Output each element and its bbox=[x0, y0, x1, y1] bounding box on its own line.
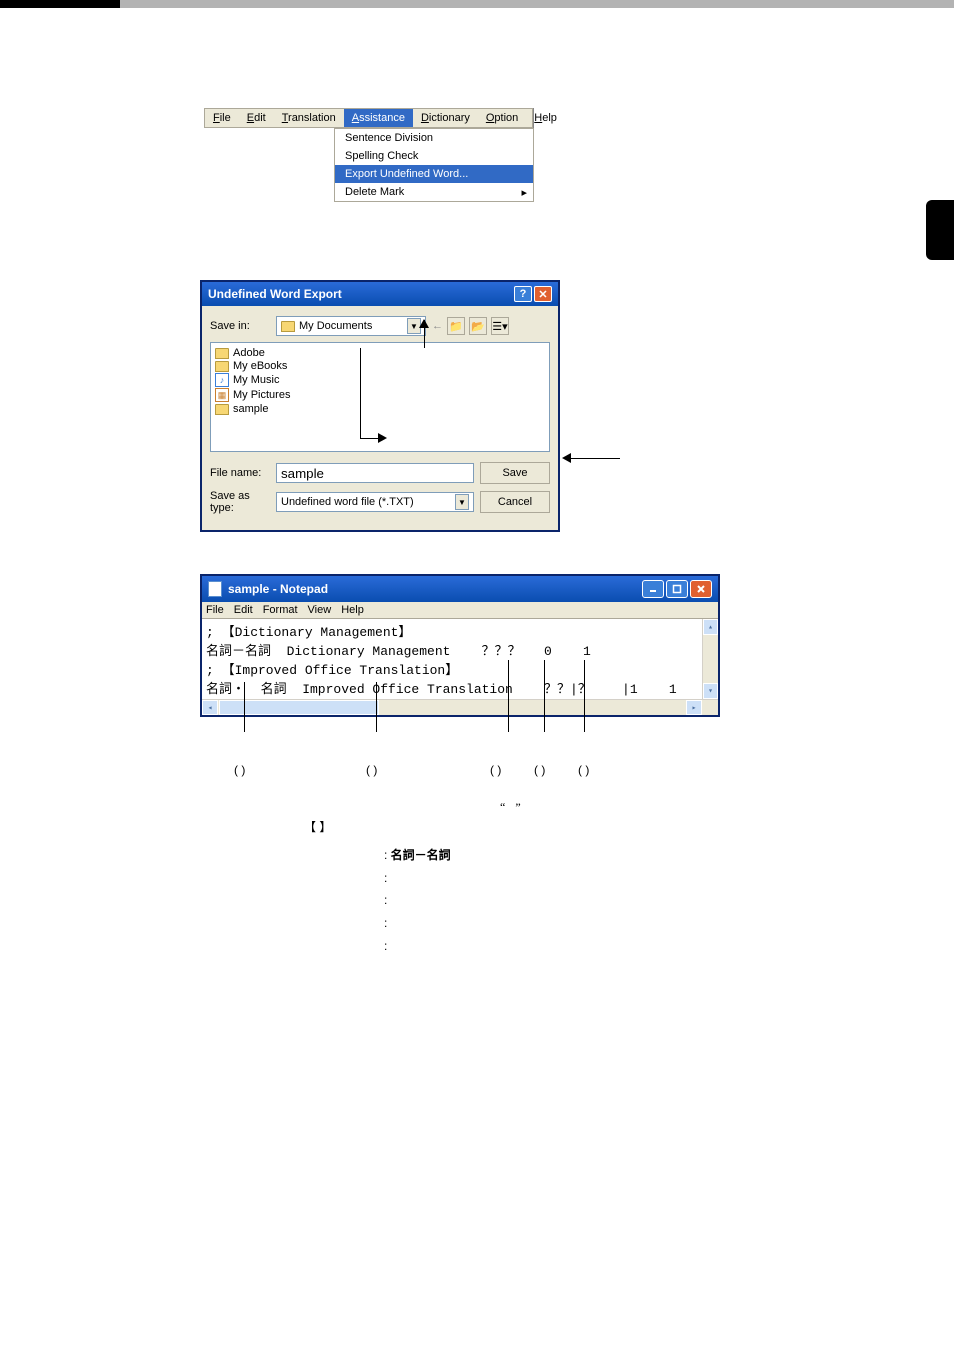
callout-line bbox=[508, 660, 509, 732]
notepad-titlebar: sample - Notepad bbox=[202, 576, 718, 602]
callout-a: ( ) bbox=[234, 763, 366, 777]
note-sep: : bbox=[384, 935, 387, 958]
callout-line bbox=[544, 660, 545, 732]
close-quote: ” bbox=[515, 800, 520, 814]
up-folder-icon[interactable]: 📁 bbox=[447, 317, 465, 335]
note-sep: : bbox=[384, 844, 391, 867]
arrow-up-icon bbox=[419, 310, 429, 328]
dropdown-arrow-icon[interactable]: ▼ bbox=[455, 494, 469, 510]
save-in-dropdown[interactable]: My Documents ▼ bbox=[276, 316, 426, 336]
callout-line bbox=[570, 458, 620, 459]
folder-icon bbox=[215, 361, 229, 372]
submenu-export-undefined-word[interactable]: Export Undefined Word... bbox=[335, 165, 533, 183]
assistance-submenu: Sentence Division Spelling Check Export … bbox=[334, 128, 534, 202]
undefined-word-export-dialog: Undefined Word Export ? ✕ Save in: My Do… bbox=[200, 280, 560, 532]
menu-dictionary[interactable]: Dictionary bbox=[413, 109, 478, 127]
file-item-ebooks[interactable]: My eBooks bbox=[215, 360, 545, 372]
notepad-title: sample - Notepad bbox=[228, 582, 328, 596]
bracket-note: 【 】 bbox=[294, 817, 844, 837]
menu-translation[interactable]: Translation bbox=[274, 109, 344, 127]
vertical-scrollbar[interactable]: ▴ ▾ bbox=[702, 619, 718, 699]
new-folder-icon[interactable]: 📂 bbox=[469, 317, 487, 335]
notepad-app-icon bbox=[208, 581, 222, 597]
callout-line bbox=[584, 660, 585, 732]
menu-help[interactable]: Help bbox=[526, 109, 565, 127]
side-tab bbox=[926, 200, 954, 260]
pictures-icon: ▦ bbox=[215, 388, 229, 402]
horizontal-scrollbar[interactable]: ◂ ▸ bbox=[202, 699, 718, 715]
back-icon[interactable]: ← bbox=[432, 320, 443, 332]
note-sep: : bbox=[384, 889, 387, 912]
submenu-arrow-icon: ▸ bbox=[521, 186, 527, 199]
save-as-type-value: Undefined word file (*.TXT) bbox=[281, 496, 414, 508]
dialog-close-button[interactable]: ✕ bbox=[534, 286, 552, 302]
note-sep: : bbox=[384, 867, 387, 890]
callout-line bbox=[376, 682, 377, 732]
cancel-button[interactable]: Cancel bbox=[480, 491, 550, 513]
notepad-menu-edit[interactable]: Edit bbox=[234, 604, 253, 616]
dialog-title: Undefined Word Export bbox=[208, 287, 342, 301]
callout-b: ( ) bbox=[366, 763, 490, 777]
submenu-delete-mark[interactable]: Delete Mark▸ bbox=[335, 183, 533, 201]
notepad-menu-format[interactable]: Format bbox=[263, 604, 298, 616]
menu-assistance[interactable]: Assistance bbox=[344, 109, 413, 127]
callout-line bbox=[244, 682, 245, 732]
menu-edit[interactable]: Edit bbox=[239, 109, 274, 127]
scroll-thumb[interactable] bbox=[219, 700, 379, 715]
callout-c: ( ) bbox=[490, 763, 534, 777]
folder-icon bbox=[215, 404, 229, 415]
notepad-text-area[interactable]: ; 【Dictionary Management】 名詞－名詞 Dictiona… bbox=[202, 619, 718, 715]
notepad-window: sample - Notepad File Edit Format View H… bbox=[200, 574, 720, 717]
dialog-help-button[interactable]: ? bbox=[514, 286, 532, 302]
maximize-button[interactable] bbox=[666, 580, 688, 598]
notepad-menu-help[interactable]: Help bbox=[341, 604, 364, 616]
submenu-sentence-division[interactable]: Sentence Division bbox=[335, 129, 533, 147]
minimize-button[interactable] bbox=[642, 580, 664, 598]
menu-file[interactable]: FFileile bbox=[205, 109, 239, 127]
arrow-right-icon bbox=[378, 433, 392, 443]
folder-icon bbox=[215, 348, 229, 359]
save-as-type-label: Save as type: bbox=[210, 490, 270, 514]
dialog-titlebar: Undefined Word Export ? ✕ bbox=[202, 282, 558, 306]
file-item-pictures[interactable]: ▦My Pictures bbox=[215, 388, 545, 402]
notepad-menu-view[interactable]: View bbox=[308, 604, 332, 616]
view-menu-icon[interactable]: ☰▾ bbox=[491, 317, 509, 335]
save-in-label: Save in: bbox=[210, 320, 270, 332]
save-in-value: My Documents bbox=[299, 320, 372, 332]
callout-line bbox=[360, 348, 361, 438]
scroll-left-icon[interactable]: ◂ bbox=[202, 700, 218, 715]
note-sep: : bbox=[384, 912, 387, 935]
save-button[interactable]: Save bbox=[480, 462, 550, 484]
notes-list: : 名詞－名詞 : : : : bbox=[200, 844, 844, 958]
scroll-right-icon[interactable]: ▸ bbox=[686, 700, 702, 715]
note-value-1: 名詞－名詞 bbox=[391, 844, 451, 867]
file-name-label: File name: bbox=[210, 467, 270, 479]
callout-labels: ( ) ( ) ( ) ( ) ( ) bbox=[200, 763, 844, 777]
folder-icon bbox=[281, 321, 295, 332]
notes-block: “ ” 【 】 bbox=[200, 797, 844, 838]
menu-bar: FFileile Edit Translation Assistance Dic… bbox=[204, 108, 533, 128]
close-button[interactable] bbox=[690, 580, 712, 598]
open-quote: “ bbox=[500, 800, 505, 814]
scroll-down-icon[interactable]: ▾ bbox=[703, 683, 718, 699]
resize-grip-icon[interactable] bbox=[702, 700, 718, 715]
submenu-spelling-check[interactable]: Spelling Check bbox=[335, 147, 533, 165]
file-name-input[interactable] bbox=[276, 463, 474, 483]
notepad-menu-file[interactable]: File bbox=[206, 604, 224, 616]
file-item-adobe[interactable]: Adobe bbox=[215, 347, 545, 359]
callout-e: ( ) bbox=[578, 763, 589, 777]
scroll-up-icon[interactable]: ▴ bbox=[703, 619, 718, 635]
callout-d: ( ) bbox=[534, 763, 578, 777]
notepad-menu-bar: File Edit Format View Help bbox=[202, 602, 718, 619]
music-icon: ♪ bbox=[215, 373, 229, 387]
menu-screenshot: FFileile Edit Translation Assistance Dic… bbox=[204, 108, 534, 202]
menu-option[interactable]: Option bbox=[478, 109, 526, 127]
file-item-sample[interactable]: sample bbox=[215, 403, 545, 415]
file-item-music[interactable]: ♪My Music bbox=[215, 373, 545, 387]
arrow-left-icon bbox=[562, 453, 571, 463]
save-as-type-dropdown[interactable]: Undefined word file (*.TXT) ▼ bbox=[276, 492, 474, 512]
